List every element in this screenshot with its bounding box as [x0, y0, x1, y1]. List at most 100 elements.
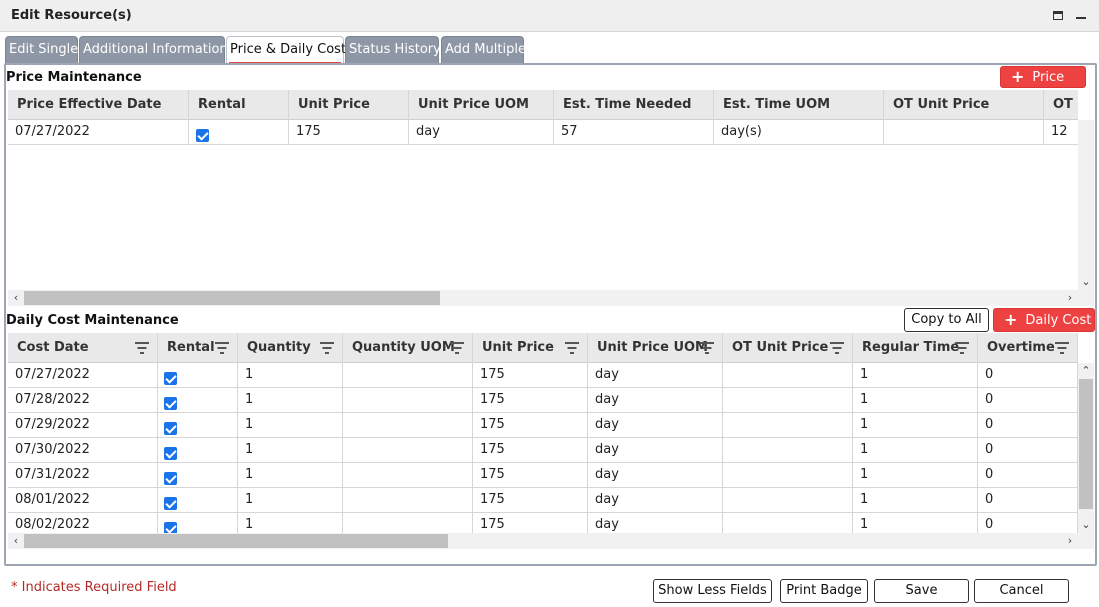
cancel-button[interactable]: Cancel — [974, 579, 1069, 603]
cell-quantity: 1 — [238, 463, 343, 488]
cell-regular-time: 1 — [853, 513, 978, 533]
print-badge-button[interactable]: Print Badge — [780, 579, 868, 603]
tab-additional-information[interactable]: Additional Information — [79, 36, 228, 63]
table-row[interactable]: 08/02/2022 1 175 day 1 0 — [8, 513, 1078, 533]
col-est-time-uom[interactable]: Est. Time UOM — [714, 90, 884, 120]
col-quantity-uom[interactable]: Quantity UOM — [343, 333, 473, 363]
cell-unit-price: 175 — [473, 388, 588, 413]
cell-overtime: 0 — [978, 363, 1078, 388]
rental-checkbox[interactable] — [164, 497, 177, 510]
add-price-label: Price — [1032, 70, 1065, 85]
cell-ot-uom: 12 — [1044, 120, 1078, 145]
filter-icon[interactable] — [830, 342, 844, 354]
col-rental[interactable]: Rental — [158, 333, 238, 363]
cell-rental — [158, 363, 238, 388]
scroll-left-icon[interactable]: ‹ — [8, 533, 24, 549]
col-label: OT Unit Price — [732, 340, 829, 355]
cell-unit-price-uom: day — [409, 120, 554, 145]
col-ot-unit-price-uom[interactable]: OT Unit Price UOM — [1044, 90, 1078, 120]
cell-unit-price: 175 — [473, 438, 588, 463]
col-rental[interactable]: Rental — [189, 90, 289, 120]
table-row[interactable]: 07/29/2022 1 175 day 1 0 — [8, 413, 1078, 438]
col-quantity[interactable]: Quantity — [238, 333, 343, 363]
table-row[interactable]: 08/01/2022 1 175 day 1 0 — [8, 488, 1078, 513]
minimize-icon[interactable] — [1074, 9, 1088, 23]
cell-cost-date: 07/31/2022 — [8, 463, 158, 488]
cell-overtime: 0 — [978, 413, 1078, 438]
scrollbar-thumb[interactable] — [24, 291, 440, 305]
add-price-button[interactable]: + Price — [1000, 66, 1086, 88]
show-less-fields-button[interactable]: Show Less Fields — [653, 579, 772, 603]
cell-quantity: 1 — [238, 363, 343, 388]
filter-icon[interactable] — [565, 342, 579, 354]
scroll-down-icon[interactable]: ⌄ — [1078, 274, 1094, 290]
col-price-effective-date[interactable]: Price Effective Date — [8, 90, 189, 120]
scroll-right-icon[interactable]: › — [1062, 533, 1078, 549]
cell-ot-unit-price — [723, 488, 853, 513]
col-overtime[interactable]: Overtime — [978, 333, 1078, 363]
daily-cost-horizontal-scrollbar[interactable]: ‹ › — [8, 533, 1094, 549]
cell-regular-time: 1 — [853, 463, 978, 488]
scroll-down-icon[interactable]: ⌄ — [1078, 517, 1094, 533]
cell-quantity: 1 — [238, 438, 343, 463]
filter-icon[interactable] — [135, 342, 149, 354]
col-est-time-needed[interactable]: Est. Time Needed — [554, 90, 714, 120]
col-ot-unit-price[interactable]: OT Unit Price — [884, 90, 1044, 120]
cell-ot-unit-price — [723, 513, 853, 533]
daily-cost-maintenance-title: Daily Cost Maintenance — [6, 313, 179, 328]
tab-add-multiple[interactable]: Add Multiple — [441, 36, 526, 63]
col-unit-price-uom[interactable]: Unit Price UOM — [588, 333, 723, 363]
cell-rental — [158, 438, 238, 463]
table-row[interactable]: 07/30/2022 1 175 day 1 0 — [8, 438, 1078, 463]
scrollbar-thumb[interactable] — [24, 534, 448, 548]
price-vertical-scrollbar[interactable]: ⌄ — [1078, 120, 1094, 290]
col-unit-price[interactable]: Unit Price — [473, 333, 588, 363]
col-unit-price[interactable]: Unit Price — [289, 90, 409, 120]
filter-icon[interactable] — [955, 342, 969, 354]
cell-overtime: 0 — [978, 463, 1078, 488]
copy-to-all-button[interactable]: Copy to All — [904, 308, 989, 332]
rental-checkbox[interactable] — [164, 522, 177, 533]
save-button[interactable]: Save — [874, 579, 969, 603]
rental-checkbox[interactable] — [164, 422, 177, 435]
cell-est-time: 57 — [554, 120, 714, 145]
plus-icon: + — [1004, 310, 1018, 329]
daily-cost-vertical-scrollbar[interactable]: ⌃ ⌄ — [1078, 363, 1094, 533]
filter-icon[interactable] — [700, 342, 714, 354]
window-title: Edit Resource(s) — [11, 8, 132, 23]
cell-regular-time: 1 — [853, 388, 978, 413]
scroll-left-icon[interactable]: ‹ — [8, 290, 24, 306]
scroll-up-icon[interactable]: ⌃ — [1078, 363, 1094, 379]
rental-checkbox[interactable] — [164, 447, 177, 460]
table-row[interactable]: 07/27/2022 1 175 day 1 0 — [8, 363, 1078, 388]
add-daily-cost-button[interactable]: + Daily Cost — [993, 308, 1095, 332]
cell-overtime: 0 — [978, 513, 1078, 533]
tab-status-history[interactable]: Status History — [345, 36, 441, 63]
col-cost-date[interactable]: Cost Date — [8, 333, 158, 363]
cell-unit-price-uom: day — [588, 488, 723, 513]
table-row[interactable]: 07/31/2022 1 175 day 1 0 — [8, 463, 1078, 488]
filter-icon[interactable] — [320, 342, 334, 354]
cell-unit-price-uom: day — [588, 513, 723, 533]
tab-price-daily-cost[interactable]: Price & Daily Cost — [226, 36, 346, 64]
cell-ot-unit-price — [723, 363, 853, 388]
col-ot-unit-price[interactable]: OT Unit Price — [723, 333, 853, 363]
col-unit-price-uom[interactable]: Unit Price UOM — [409, 90, 554, 120]
scrollbar-thumb[interactable] — [1079, 379, 1093, 509]
cell-unit-price: 175 — [289, 120, 409, 145]
rental-checkbox[interactable] — [196, 129, 209, 142]
rental-checkbox[interactable] — [164, 472, 177, 485]
col-regular-time[interactable]: Regular Time — [853, 333, 978, 363]
filter-icon[interactable] — [1055, 342, 1069, 354]
price-horizontal-scrollbar[interactable]: ‹ › — [8, 290, 1094, 306]
table-row[interactable]: 07/28/2022 1 175 day 1 0 — [8, 388, 1078, 413]
filter-icon[interactable] — [215, 342, 229, 354]
filter-icon[interactable] — [450, 342, 464, 354]
table-row[interactable]: 07/27/2022 175 day 57 day(s) 12 — [8, 120, 1078, 145]
cell-unit-price: 175 — [473, 363, 588, 388]
rental-checkbox[interactable] — [164, 397, 177, 410]
scroll-right-icon[interactable]: › — [1062, 290, 1078, 306]
tab-edit-single[interactable]: Edit Single — [5, 36, 78, 63]
maximize-icon[interactable] — [1051, 9, 1065, 23]
rental-checkbox[interactable] — [164, 372, 177, 385]
